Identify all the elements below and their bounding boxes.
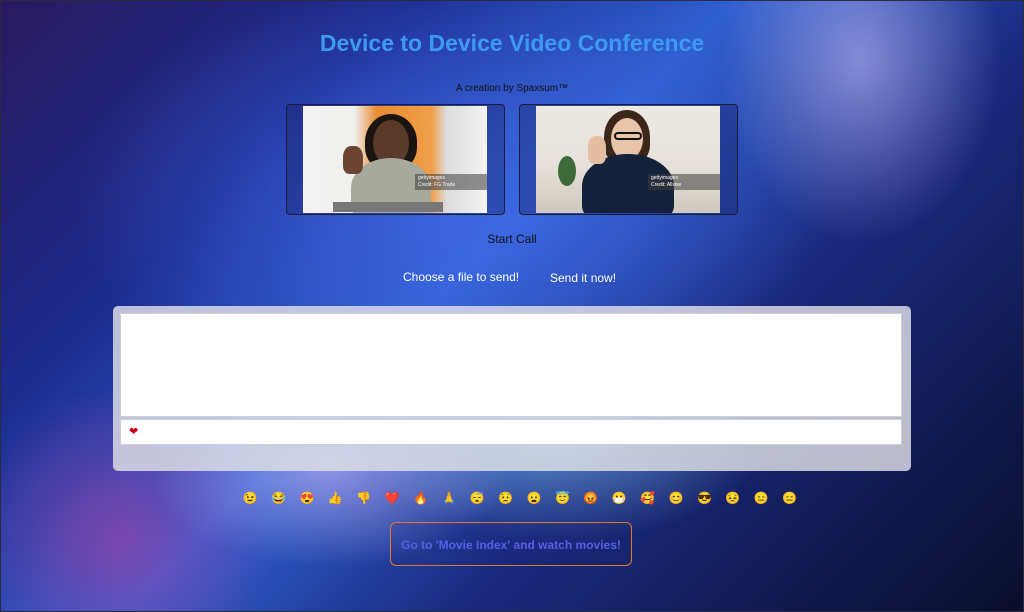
remote-video[interactable]: gettyimages Credit: Allxise xyxy=(519,104,738,215)
movie-index-button[interactable]: Go to 'Movie Index' and watch movies! xyxy=(390,522,632,566)
stock-watermark: gettyimages Credit: FG Trade xyxy=(415,174,487,190)
emoji-smiling-hearts[interactable]: 🥰 xyxy=(633,489,661,507)
send-file-button[interactable]: Send it now! xyxy=(550,271,616,285)
choose-file-button[interactable]: Choose a file to send! xyxy=(403,270,519,284)
watermark-credit: Credit: Allxise xyxy=(651,182,682,188)
start-call-button[interactable]: Start Call xyxy=(0,232,1024,246)
emoji-halo[interactable]: 😇 xyxy=(548,489,576,507)
emoji-angry[interactable]: 😡 xyxy=(577,489,605,507)
remote-video-frame: gettyimages Credit: Allxise xyxy=(536,106,720,213)
emoji-blush[interactable]: 😊 xyxy=(662,489,690,507)
glasses xyxy=(614,132,642,140)
page-title: Device to Device Video Conference xyxy=(319,30,705,56)
waving-hand xyxy=(588,136,606,164)
waving-hand xyxy=(343,146,363,174)
local-video[interactable]: gettyimages Credit: FG Trade xyxy=(286,104,505,215)
emoji-thumbs-up[interactable]: 👍 xyxy=(321,489,349,507)
emoji-heart[interactable]: ❤️ xyxy=(378,489,406,507)
emoji-sunglasses[interactable]: 😎 xyxy=(690,489,718,507)
chat-log[interactable] xyxy=(120,313,902,417)
stock-watermark: gettyimages Credit: Allxise xyxy=(648,174,720,190)
emoji-expressionless-2[interactable]: 😑 xyxy=(775,489,803,507)
emoji-thumbs-down[interactable]: 👎 xyxy=(350,489,378,507)
plant xyxy=(558,156,576,186)
emoji-pray[interactable]: 🙏 xyxy=(435,489,463,507)
emoji-wink[interactable]: 😉 xyxy=(236,489,264,507)
emoji-persevere[interactable]: 😣 xyxy=(719,489,747,507)
emoji-heart-eyes[interactable]: 😍 xyxy=(293,489,321,507)
laptop xyxy=(333,202,443,212)
emoji-worried[interactable]: 😟 xyxy=(492,489,520,507)
chat-panel: ❤ xyxy=(113,306,911,471)
watermark-brand: gettyimages xyxy=(651,175,678,181)
emoji-picker: 😉 😂 😍 👍 👎 ❤️ 🔥 🙏 😴 😟 😦 😇 😡 😷 🥰 😊 😎 😣 😑 😑 xyxy=(236,489,804,507)
watermark-brand: gettyimages xyxy=(418,175,445,181)
emoji-mask[interactable]: 😷 xyxy=(605,489,633,507)
emoji-laugh[interactable]: 😂 xyxy=(264,489,292,507)
page-subtitle: A creation by Spaxsum™ xyxy=(455,83,569,94)
emoji-sleeping[interactable]: 😴 xyxy=(463,489,491,507)
chat-input[interactable]: ❤ xyxy=(120,419,902,445)
emoji-fire[interactable]: 🔥 xyxy=(406,489,434,507)
watermark-credit: Credit: FG Trade xyxy=(418,182,456,188)
local-video-frame: gettyimages Credit: FG Trade xyxy=(303,106,487,213)
emoji-frowning[interactable]: 😦 xyxy=(520,489,548,507)
emoji-expressionless[interactable]: 😑 xyxy=(747,489,775,507)
